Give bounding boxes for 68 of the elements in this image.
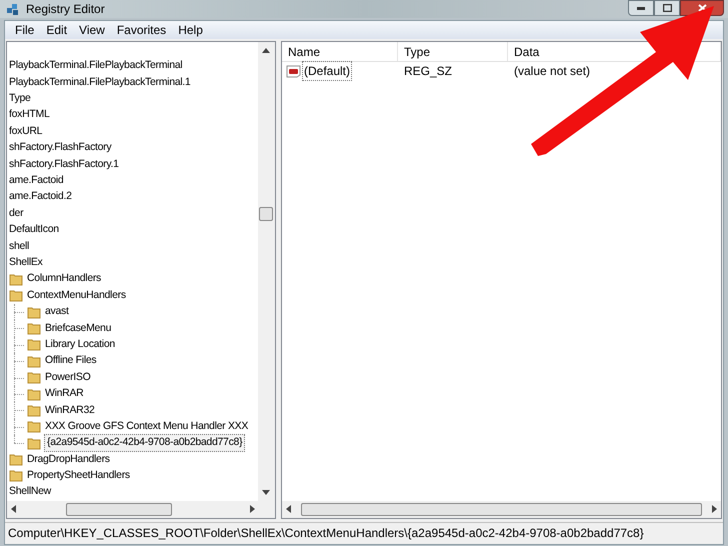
tree-item[interactable]: PlaybackTerminal.FilePlaybackTerminal (7, 58, 184, 74)
folder-icon (27, 371, 41, 384)
tree-item[interactable]: der (7, 206, 24, 222)
tree-item[interactable]: foxURL (7, 124, 44, 140)
folder-icon (9, 469, 23, 482)
tree-item[interactable]: shFactory.FlashFactory (7, 140, 112, 156)
menu-item[interactable]: Help (172, 21, 209, 39)
string-value-icon (286, 64, 301, 78)
tree-item[interactable]: shell (7, 238, 30, 254)
tree-item[interactable]: BriefcaseMenu (44, 320, 112, 336)
tree-item[interactable]: ColumnHandlers (26, 271, 102, 288)
close-icon (698, 4, 706, 12)
tree-item[interactable]: ShellEx (7, 255, 44, 271)
minimize-icon (637, 6, 645, 10)
folder-icon (27, 306, 41, 319)
status-bar: Computer\HKEY_CLASSES_ROOT\Folder\ShellEx\ContextMenuHandlers\{a2a9545d-a0c2-42b4-9708-a0b2badd77c8} (5, 522, 723, 544)
tree-item[interactable]: shFactory.FlashFactory.1 (7, 156, 120, 172)
tree-item[interactable]: WinRAR32 (44, 402, 96, 418)
folder-icon (9, 272, 23, 286)
tree-item[interactable]: PlaybackTerminal.FilePlaybackTerminal.1 (7, 74, 192, 90)
tree-item[interactable]: ContextMenuHandlers (26, 288, 127, 304)
scroll-left-arrow-icon[interactable] (286, 505, 291, 514)
scroll-up-arrow-icon[interactable] (262, 48, 270, 53)
window-title: Registry Editor (26, 1, 105, 18)
tree-item[interactable]: PowerISO (44, 370, 92, 386)
tree-item[interactable]: Offline Files (44, 353, 98, 370)
folder-icon (27, 388, 41, 400)
scroll-left-arrow-icon[interactable] (11, 505, 16, 514)
menu-item[interactable]: Favorites (110, 21, 172, 39)
folder-icon (27, 354, 41, 368)
scroll-down-arrow-icon[interactable] (262, 490, 270, 495)
tree-item[interactable]: Type (7, 91, 32, 107)
scroll-right-arrow-icon[interactable] (250, 505, 255, 514)
scroll-thumb[interactable] (301, 502, 702, 516)
tree-item[interactable]: foxHTML (7, 107, 50, 124)
menu-item[interactable]: Edit (40, 21, 74, 39)
scroll-thumb[interactable] (259, 207, 273, 221)
tree-item[interactable]: DefaultIcon (7, 222, 60, 238)
table-cell-text: (value not set) (513, 63, 592, 80)
menu-item[interactable]: View (73, 21, 111, 39)
tree-item[interactable]: WinRAR (44, 386, 84, 402)
tree-item[interactable]: ame.Factoid.2 (7, 189, 73, 206)
scroll-thumb[interactable] (66, 502, 172, 516)
maximize-button[interactable] (654, 0, 680, 16)
column-header[interactable]: Type (398, 42, 508, 61)
tree-item[interactable]: avast (44, 304, 70, 320)
tree-item[interactable]: ShellNew (7, 484, 52, 500)
folder-icon (27, 404, 41, 417)
folder-icon (27, 338, 41, 352)
table-cell-text: REG_SZ (403, 63, 454, 80)
tree-item[interactable]: DragDropHandlers (26, 452, 111, 468)
value-name[interactable]: (Default) (302, 61, 352, 81)
tree-item[interactable]: ame.Factoid (7, 173, 64, 189)
folder-icon (9, 453, 23, 466)
folder-icon (27, 322, 41, 335)
column-header[interactable]: Name (282, 42, 398, 61)
tree-item[interactable]: Library Location (44, 336, 116, 353)
folder-icon (9, 289, 23, 302)
tree-item[interactable]: XXX Groove GFS Context Menu Handler XXX (44, 418, 250, 435)
registry-cubes-icon (6, 2, 20, 16)
tree-item[interactable]: PropertySheetHandlers (26, 468, 131, 484)
minimize-button[interactable] (628, 0, 654, 16)
tree-item[interactable]: {a2a9545d-a0c2-42b4-9708-a0b2badd77c8} (44, 434, 246, 452)
maximize-icon (662, 4, 672, 12)
scroll-right-arrow-icon[interactable] (712, 505, 717, 514)
menu-item[interactable]: File (9, 21, 40, 39)
folder-icon (27, 436, 41, 450)
folder-icon (27, 420, 41, 434)
